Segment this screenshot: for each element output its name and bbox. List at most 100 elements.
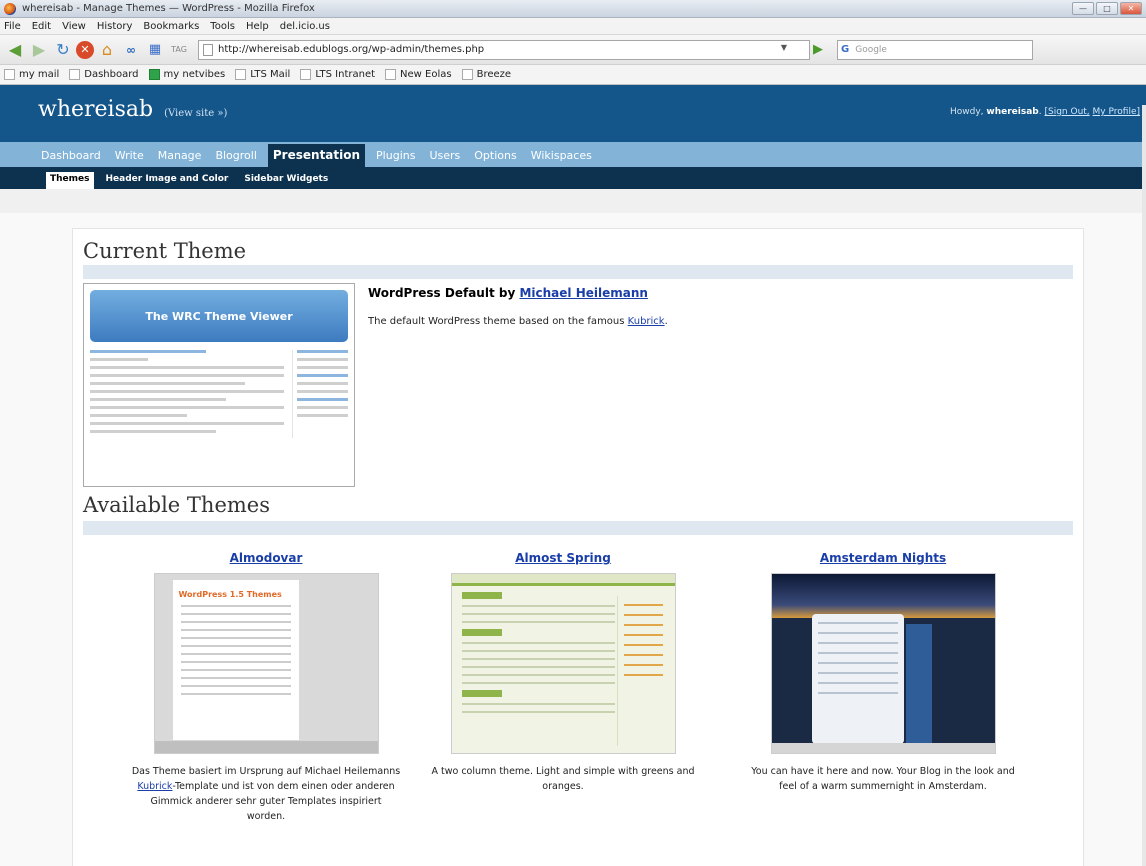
menu-view[interactable]: View xyxy=(62,21,86,32)
theme-card-almodovar: Almodovar WordPress 1.5 Themes Das Theme… xyxy=(121,551,411,824)
theme-screenshot[interactable] xyxy=(770,573,996,754)
bookmark-lts-mail[interactable]: LTS Mail xyxy=(235,69,290,80)
theme-description: Das Theme basiert im Ursprung auf Michae… xyxy=(121,764,411,824)
menu-plugins[interactable]: Plugins xyxy=(373,146,418,167)
bookmark-label: Dashboard xyxy=(84,69,139,80)
screenshot-sidebar xyxy=(616,596,669,746)
theme-screenshot[interactable]: WordPress 1.5 Themes xyxy=(153,573,379,754)
window-title: whereisab - Manage Themes — WordPress - … xyxy=(22,3,315,14)
screenshot-sidebar xyxy=(292,350,348,438)
stop-icon[interactable]: ✕ xyxy=(76,40,94,59)
themes-wrap: Current Theme The WRC Theme Viewer WordP… xyxy=(72,228,1084,866)
submenu-themes[interactable]: Themes xyxy=(46,172,94,189)
bookmark-label: LTS Mail xyxy=(250,69,291,80)
screenshot-footer xyxy=(771,743,995,753)
menu-edit[interactable]: Edit xyxy=(32,21,51,32)
bookmark-breeze[interactable]: Breeze xyxy=(461,69,511,80)
desc-text: Das Theme basiert im Ursprung auf Michae… xyxy=(131,766,401,777)
current-theme-screenshot: The WRC Theme Viewer xyxy=(83,283,355,487)
menu-options[interactable]: Options xyxy=(471,146,519,167)
desc-text: The default WordPress theme based on the… xyxy=(368,316,625,327)
theme-name-link[interactable]: Almodovar xyxy=(121,551,411,565)
menu-manage[interactable]: Manage xyxy=(155,146,205,167)
search-bar[interactable]: G Google xyxy=(837,39,1033,60)
search-engine-icon[interactable]: G xyxy=(841,44,849,55)
current-theme-heading: Current Theme xyxy=(83,239,1073,279)
tag-icon[interactable]: TAG xyxy=(168,39,190,61)
kubrick-link[interactable]: Kubrick xyxy=(137,781,172,792)
theme-description: A two column theme. Light and simple wit… xyxy=(431,766,695,792)
wp-admin-menu: Dashboard Write Manage Blogroll Presenta… xyxy=(0,142,1146,167)
url-text: http://whereisab.edublogs.org/wp-admin/t… xyxy=(218,44,485,55)
home-icon[interactable]: ⌂ xyxy=(96,39,118,61)
reload-icon[interactable]: ↻ xyxy=(52,39,74,61)
menu-blogroll[interactable]: Blogroll xyxy=(212,146,259,167)
menu-dashboard[interactable]: Dashboard xyxy=(38,146,104,167)
theme-card-amsterdam-nights: Amsterdam Nights You can have it here an… xyxy=(738,551,1028,794)
theme-card-almost-spring: Almost Spring A two column theme. Light … xyxy=(418,551,708,794)
minimize-button[interactable]: — xyxy=(1072,2,1094,15)
bookmark-page-icon xyxy=(300,69,312,80)
bookmark-my-netvibes[interactable]: my netvibes xyxy=(148,69,226,80)
scrollbar-track[interactable] xyxy=(1142,105,1146,866)
bookmark-page-icon xyxy=(4,69,15,80)
close-button[interactable]: ✕ xyxy=(1120,2,1142,15)
menu-delicious[interactable]: del.icio.us xyxy=(280,21,330,32)
bookmark-label: my mail xyxy=(19,69,60,80)
menu-tools[interactable]: Tools xyxy=(210,21,235,32)
blog-name: whereisab (View site ») xyxy=(38,97,227,122)
bookmark-dashboard[interactable]: Dashboard xyxy=(69,69,139,80)
search-placeholder: Google xyxy=(855,44,887,55)
available-themes-heading: Available Themes xyxy=(83,493,1073,535)
submenu-sidebar-widgets[interactable]: Sidebar Widgets xyxy=(240,172,332,189)
delicious-icon[interactable]: ∞ xyxy=(120,39,142,61)
url-bar[interactable]: http://whereisab.edublogs.org/wp-admin/t… xyxy=(198,39,810,60)
menu-history[interactable]: History xyxy=(97,21,133,32)
forward-icon[interactable]: ▶ xyxy=(28,39,50,61)
page-icon xyxy=(203,43,213,56)
menu-file[interactable]: File xyxy=(4,21,21,32)
current-theme-author-link[interactable]: Michael Heilemann xyxy=(519,286,647,300)
url-dropdown-icon[interactable]: ▼ xyxy=(781,43,787,52)
user-greeting: Howdy, whereisab. [Sign Out, My Profile] xyxy=(950,107,1140,117)
wp-admin-body: Current Theme The WRC Theme Viewer WordP… xyxy=(0,213,1146,866)
sign-out-link[interactable]: [Sign Out, xyxy=(1044,107,1089,117)
view-site-link[interactable]: (View site ») xyxy=(164,108,227,119)
bookmarks-toolbar: my mail Dashboard my netvibes LTS Mail L… xyxy=(0,65,1146,85)
back-icon[interactable]: ◀ xyxy=(4,39,26,61)
theme-name-link[interactable]: Almost Spring xyxy=(418,551,708,565)
my-profile-link[interactable]: My Profile] xyxy=(1093,107,1140,117)
screenshot-content xyxy=(90,350,348,438)
howdy-label: Howdy, xyxy=(950,107,984,117)
current-theme-description: The default WordPress theme based on the… xyxy=(368,316,668,327)
bookmark-icon[interactable]: ▦ xyxy=(144,39,166,61)
kubrick-link[interactable]: Kubrick xyxy=(628,316,665,327)
screenshot-main xyxy=(90,350,284,438)
current-theme-title: WordPress Default by Michael Heilemann xyxy=(368,286,648,300)
bookmark-new-eolas[interactable]: New Eolas xyxy=(385,69,452,80)
menu-write[interactable]: Write xyxy=(112,146,147,167)
desc-suffix: . xyxy=(664,316,668,327)
window-titlebar: whereisab - Manage Themes — WordPress - … xyxy=(0,0,1146,18)
menu-users[interactable]: Users xyxy=(426,146,463,167)
menu-presentation[interactable]: Presentation xyxy=(267,144,366,167)
screenshot-sidebar xyxy=(905,624,932,744)
bookmark-my-mail[interactable]: my mail xyxy=(4,69,59,80)
menu-bookmarks[interactable]: Bookmarks xyxy=(143,21,199,32)
screenshot-header: The WRC Theme Viewer xyxy=(90,290,348,342)
theme-screenshot[interactable] xyxy=(450,573,676,754)
window-controls: — □ ✕ xyxy=(1072,2,1142,15)
submenu-header-image[interactable]: Header Image and Color xyxy=(102,172,233,189)
menu-wikispaces[interactable]: Wikispaces xyxy=(528,146,595,167)
bookmark-label: my netvibes xyxy=(163,69,226,80)
go-icon[interactable]: ▶ xyxy=(809,41,827,59)
bookmark-lts-intranet[interactable]: LTS Intranet xyxy=(300,69,375,80)
wp-admin-submenu: Themes Header Image and Color Sidebar Wi… xyxy=(0,167,1146,189)
wp-admin-header: whereisab (View site ») Howdy, whereisab… xyxy=(0,85,1146,142)
navigation-toolbar: ◀ ▶ ↻ ✕ ⌂ ∞ ▦ TAG http://whereisab.edubl… xyxy=(0,35,1146,65)
theme-name-link[interactable]: Amsterdam Nights xyxy=(738,551,1028,565)
menu-help[interactable]: Help xyxy=(246,21,269,32)
current-theme-name: WordPress Default by xyxy=(368,286,516,300)
maximize-button[interactable]: □ xyxy=(1096,2,1118,15)
blog-title: whereisab xyxy=(38,97,154,122)
